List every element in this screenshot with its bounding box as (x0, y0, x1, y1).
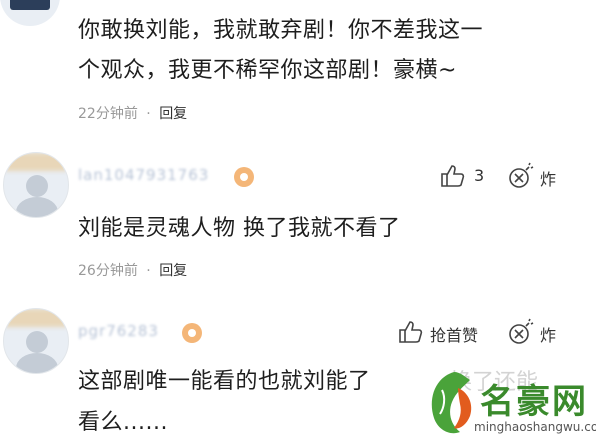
like-button[interactable]: 3 (440, 164, 500, 190)
watermark-url: minghaoshangwu.com (474, 420, 596, 434)
comment-text-line: 看么...... (78, 410, 168, 435)
bomb-button[interactable]: 炸 (508, 318, 568, 346)
reply-button[interactable]: 回复 (159, 263, 187, 279)
reply-button[interactable]: 回复 (159, 106, 187, 122)
thumbs-up-icon (399, 321, 423, 343)
level-badge-icon (182, 323, 202, 343)
thumbs-up-icon (441, 165, 465, 187)
avatar[interactable] (3, 308, 69, 374)
comment-text-line: 刘能是灵魂人物 换了我就不看了 (78, 216, 401, 241)
watermark-logo: 名豪网 minghaoshangwu.com (424, 368, 596, 442)
bomb-label: 炸 (540, 326, 557, 345)
bomb-label: 炸 (540, 170, 557, 189)
comment-time: 22分钟前 (78, 106, 138, 122)
avatar[interactable] (3, 152, 69, 218)
comment-meta: 22分钟前 · 回复 (78, 103, 187, 123)
avatar-partial[interactable] (0, 0, 60, 26)
watermark-title: 名豪网 (480, 382, 588, 422)
comment-text-line: 你敢换刘能，我就敢弃剧！你不差我这一 (78, 18, 484, 43)
first-like-label: 抢首赞 (430, 326, 479, 345)
comment-time: 26分钟前 (78, 263, 138, 279)
level-badge-icon (234, 167, 254, 187)
first-like-button[interactable]: 抢首赞 (398, 320, 498, 346)
username[interactable]: lan1047931763 (78, 166, 209, 184)
bomb-button[interactable]: 炸 (508, 162, 568, 190)
comment-text-line: 个观众，我更不稀罕你这部剧！豪横~ (78, 58, 457, 83)
meta-separator: · (146, 263, 151, 279)
meta-separator: · (146, 106, 151, 122)
like-count: 3 (474, 166, 485, 185)
username[interactable]: pgr76283 (78, 322, 159, 340)
bomb-icon (509, 162, 534, 188)
bomb-icon (509, 318, 534, 344)
comment-text-line: 这部剧唯一能看的也就刘能了 (78, 369, 371, 394)
comment-meta: 26分钟前 · 回复 (78, 260, 187, 280)
